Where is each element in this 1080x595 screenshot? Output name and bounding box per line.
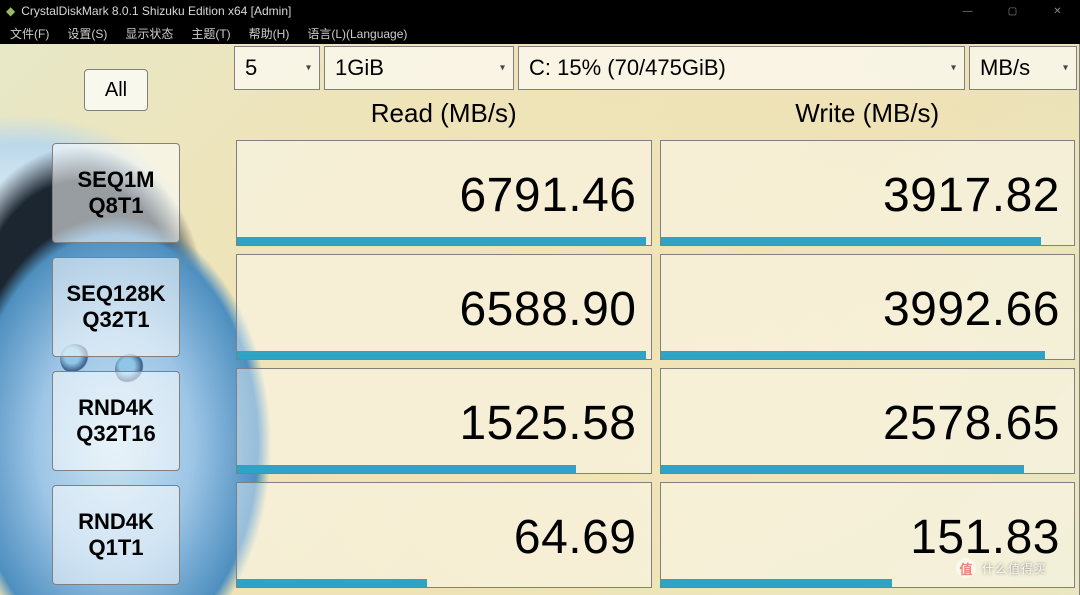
test-count-value: 5 bbox=[245, 55, 257, 81]
result-bar bbox=[661, 579, 893, 587]
result-bar bbox=[237, 465, 576, 473]
row-label-rnd4k-q1t1: RND4K Q1T1 bbox=[0, 478, 232, 592]
header-write: Write (MB/s) bbox=[656, 90, 1080, 136]
maximize-button[interactable]: ▢ bbox=[990, 0, 1035, 22]
drive-select[interactable]: C: 15% (70/475GiB) ▾ bbox=[518, 46, 965, 90]
benchmark-grid: All 5 ▾ 1GiB ▾ C: 15% (70/475GiB) ▾ MB/s… bbox=[0, 44, 1080, 595]
row-label-line2: Q8T1 bbox=[88, 193, 143, 219]
header-read: Read (MB/s) bbox=[232, 90, 656, 136]
result-value: 1525.58 bbox=[459, 396, 636, 451]
chevron-down-icon: ▾ bbox=[500, 63, 505, 74]
result-seq128k-read: 6588.90 bbox=[236, 254, 652, 360]
result-bar bbox=[237, 237, 646, 245]
result-rnd4k-q1t1-read: 64.69 bbox=[236, 482, 652, 588]
watermark-text: 什么值得买 bbox=[982, 560, 1047, 577]
window-controls: — ▢ ✕ bbox=[945, 0, 1080, 22]
result-value: 3992.66 bbox=[883, 282, 1060, 337]
result-bar bbox=[661, 465, 1025, 473]
result-bar bbox=[661, 237, 1041, 245]
chevron-down-icon: ▾ bbox=[951, 63, 956, 74]
result-value: 64.69 bbox=[514, 510, 637, 565]
watermark-icon: 值 bbox=[956, 558, 976, 578]
menu-file[interactable]: 文件(F) bbox=[10, 25, 49, 42]
result-rnd4k-q32t16-read: 1525.58 bbox=[236, 368, 652, 474]
all-cell: All bbox=[0, 44, 232, 136]
smzdm-watermark: 值 什么值得买 bbox=[956, 555, 1066, 581]
app-icon: ◆ bbox=[6, 4, 15, 18]
row-label-rnd4k-q32t16: RND4K Q32T16 bbox=[0, 364, 232, 478]
row-label-line1: SEQ1M bbox=[77, 167, 154, 193]
selector-row: 5 ▾ 1GiB ▾ C: 15% (70/475GiB) ▾ MB/s ▾ bbox=[232, 44, 1079, 90]
window-title: CrystalDiskMark 8.0.1 Shizuku Edition x6… bbox=[21, 4, 291, 18]
menu-language[interactable]: 语言(L)(Language) bbox=[307, 25, 407, 42]
row-label-line2: Q32T16 bbox=[76, 421, 156, 447]
menu-settings[interactable]: 设置(S) bbox=[67, 25, 107, 42]
test-count-select[interactable]: 5 ▾ bbox=[234, 46, 320, 90]
content-area: All 5 ▾ 1GiB ▾ C: 15% (70/475GiB) ▾ MB/s… bbox=[0, 44, 1080, 595]
result-seq128k-write: 3992.66 bbox=[660, 254, 1076, 360]
minimize-button[interactable]: — bbox=[945, 0, 990, 22]
menu-view[interactable]: 显示状态 bbox=[125, 25, 173, 42]
unit-select[interactable]: MB/s ▾ bbox=[969, 46, 1077, 90]
close-button[interactable]: ✕ bbox=[1035, 0, 1080, 22]
row-label-line2: Q32T1 bbox=[82, 307, 149, 333]
chevron-down-icon: ▾ bbox=[306, 63, 311, 74]
row-label-line1: SEQ128K bbox=[66, 281, 165, 307]
test-size-select[interactable]: 1GiB ▾ bbox=[324, 46, 514, 90]
row-label-line1: RND4K bbox=[78, 509, 154, 535]
result-value: 6791.46 bbox=[459, 168, 636, 223]
result-bar bbox=[237, 579, 427, 587]
app-window: ◆ CrystalDiskMark 8.0.1 Shizuku Edition … bbox=[0, 0, 1080, 595]
result-bar bbox=[661, 351, 1046, 359]
test-size-value: 1GiB bbox=[335, 55, 384, 81]
run-seq1m-button[interactable]: SEQ1M Q8T1 bbox=[52, 143, 180, 243]
result-seq1m-read: 6791.46 bbox=[236, 140, 652, 246]
menubar: 文件(F) 设置(S) 显示状态 主题(T) 帮助(H) 语言(L)(Langu… bbox=[0, 22, 1080, 44]
result-rnd4k-q32t16-write: 2578.65 bbox=[660, 368, 1076, 474]
result-value: 2578.65 bbox=[883, 396, 1060, 451]
run-seq128k-button[interactable]: SEQ128K Q32T1 bbox=[52, 257, 180, 357]
run-rnd4k-q1t1-button[interactable]: RND4K Q1T1 bbox=[52, 485, 180, 585]
menu-theme[interactable]: 主题(T) bbox=[191, 25, 230, 42]
chevron-down-icon: ▾ bbox=[1063, 63, 1068, 74]
row-label-line1: RND4K bbox=[78, 395, 154, 421]
titlebar[interactable]: ◆ CrystalDiskMark 8.0.1 Shizuku Edition … bbox=[0, 0, 1080, 22]
row-label-line2: Q1T1 bbox=[88, 535, 143, 561]
result-bar bbox=[237, 351, 646, 359]
menu-help[interactable]: 帮助(H) bbox=[249, 25, 290, 42]
drive-value: C: 15% (70/475GiB) bbox=[529, 55, 726, 81]
result-seq1m-write: 3917.82 bbox=[660, 140, 1076, 246]
run-rnd4k-q32t16-button[interactable]: RND4K Q32T16 bbox=[52, 371, 180, 471]
run-all-button[interactable]: All bbox=[84, 69, 148, 111]
unit-value: MB/s bbox=[980, 55, 1030, 81]
result-value: 3917.82 bbox=[883, 168, 1060, 223]
row-label-seq1m: SEQ1M Q8T1 bbox=[0, 136, 232, 250]
row-label-seq128k: SEQ128K Q32T1 bbox=[0, 250, 232, 364]
result-value: 6588.90 bbox=[459, 282, 636, 337]
